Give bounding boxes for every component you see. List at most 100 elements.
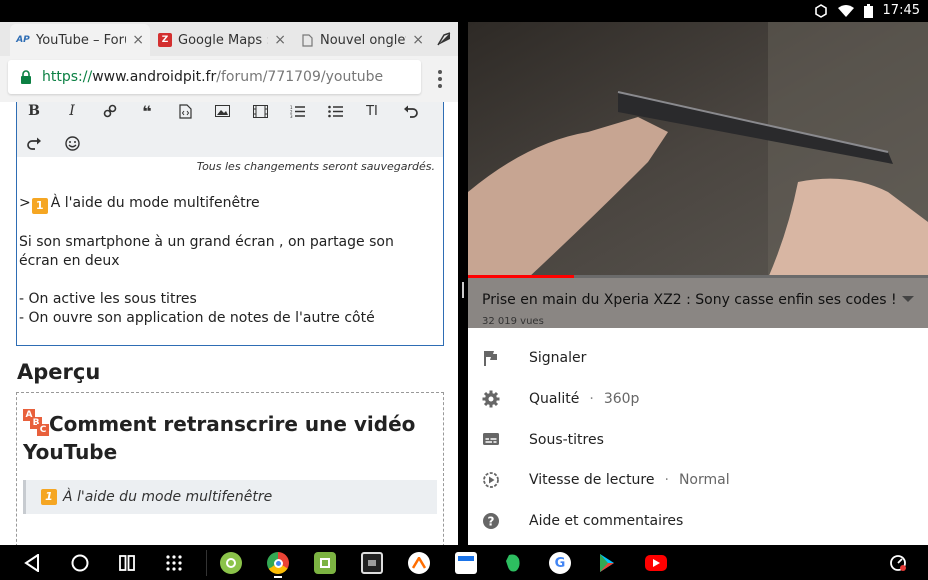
- image-button[interactable]: [213, 102, 231, 120]
- page-icon: [300, 33, 314, 47]
- film-icon: [252, 104, 268, 118]
- unordered-list-icon: [327, 105, 343, 117]
- chrome-app-icon[interactable]: [267, 552, 289, 574]
- editor-bullet: - On ouvre son application de notes de l…: [19, 310, 375, 326]
- redo-icon: [26, 137, 41, 150]
- video-info-bar[interactable]: Prise en main du Xperia XZ2 : Sony casse…: [468, 278, 928, 328]
- tab-youtube-forum[interactable]: AP YouTube – Forum ×: [10, 24, 150, 56]
- sheets-app-icon[interactable]: [314, 552, 336, 574]
- option-label: Aide et commentaires: [529, 513, 684, 530]
- editor-bullet: - On active les sous titres: [19, 291, 197, 307]
- emoji-button[interactable]: [63, 134, 81, 152]
- video-player[interactable]: [468, 22, 928, 278]
- code-icon: [178, 103, 192, 119]
- calendar-app-icon[interactable]: [455, 552, 477, 574]
- subtitles-icon: [483, 433, 499, 446]
- split-screen-icon: [119, 555, 135, 571]
- ordered-list-icon: 123: [290, 105, 305, 118]
- browser-menu-button[interactable]: [432, 68, 448, 90]
- svg-text:?: ?: [488, 514, 495, 528]
- help-icon: ?: [483, 512, 499, 529]
- url-path: /forum/771709/youtube: [216, 69, 384, 85]
- heading-text: À l'aide du mode multifenêtre: [50, 195, 260, 211]
- screen-app-icon[interactable]: [361, 552, 383, 574]
- status-bar: 17:45: [0, 0, 928, 22]
- battery-icon: [863, 3, 873, 18]
- option-report[interactable]: Signaler: [468, 338, 928, 379]
- close-icon[interactable]: ×: [274, 32, 286, 48]
- option-help[interactable]: ? Aide et commentaires: [468, 501, 928, 542]
- preview-quote: 1 À l'aide du mode multifenêtre: [23, 480, 437, 514]
- link-button[interactable]: [101, 102, 119, 120]
- tab-new-tab[interactable]: Nouvel onglet ×: [294, 24, 430, 56]
- url-host: www.androidpit.fr: [92, 69, 217, 85]
- screen-record-button[interactable]: [886, 551, 910, 575]
- url-scheme: https://: [42, 69, 93, 85]
- back-icon: [24, 554, 39, 572]
- zdnet-favicon-icon: Z: [158, 33, 172, 47]
- keycap-one-icon: 1: [41, 489, 57, 505]
- address-bar[interactable]: https:// www.androidpit.fr /forum/771709…: [8, 60, 421, 94]
- preview-title: A B C Comment retranscrire une vidéo You…: [23, 409, 433, 466]
- preview-heading: Aperçu: [17, 360, 101, 384]
- bold-button[interactable]: B: [25, 102, 43, 120]
- active-app-indicator: [274, 576, 282, 578]
- browser-toolbar: https:// www.androidpit.fr /forum/771709…: [0, 56, 458, 102]
- preview-quote-text: À l'aide du mode multifenêtre: [63, 489, 273, 505]
- settings-app-icon[interactable]: [220, 552, 242, 574]
- option-value: Normal: [678, 472, 730, 489]
- google-app-icon[interactable]: G: [549, 552, 571, 574]
- option-quality[interactable]: Qualité · 360p: [468, 379, 928, 420]
- youtube-app: Prise en main du Xperia XZ2 : Sony casse…: [468, 22, 928, 545]
- app-drawer-button[interactable]: [162, 551, 186, 575]
- gear-icon: [482, 390, 500, 408]
- quote-button[interactable]: ❝: [138, 102, 156, 121]
- close-icon[interactable]: ×: [412, 32, 424, 48]
- italic-button[interactable]: I: [63, 102, 81, 120]
- abc-icon: A B C: [23, 409, 49, 436]
- lock-icon: [21, 70, 31, 84]
- tab-google-maps[interactable]: Z Google Maps : l'A ×: [152, 24, 292, 56]
- options-menu: Signaler Qualité · 360p Sous-titres Vitess…: [468, 338, 928, 541]
- option-playback-speed[interactable]: Vitesse de lecture · Normal: [468, 460, 928, 501]
- ordered-list-button[interactable]: 123: [288, 102, 306, 120]
- youtube-app-icon[interactable]: [645, 555, 667, 571]
- video-views: 32 019 vues: [482, 316, 544, 327]
- speedometer-icon: [890, 555, 906, 571]
- androidpit-favicon-icon: AP: [16, 35, 30, 45]
- editor-text-area[interactable]: >1 À l'aide du mode multifenêtre Si son s…: [19, 194, 429, 328]
- video-frame: [468, 22, 928, 278]
- preview-box: A B C Comment retranscrire une vidéo You…: [16, 392, 444, 545]
- option-label: Vitesse de lecture: [529, 472, 655, 489]
- back-button[interactable]: [20, 551, 44, 575]
- tab-title: Nouvel onglet: [320, 32, 407, 48]
- chevron-down-icon[interactable]: [902, 296, 914, 302]
- evernote-app-icon[interactable]: [502, 552, 524, 574]
- text-size-button[interactable]: TI: [363, 102, 381, 120]
- editor-paragraph: Si son smartphone à un grand écran , on …: [19, 234, 394, 269]
- close-icon[interactable]: ×: [132, 32, 144, 48]
- code-button[interactable]: [176, 102, 194, 120]
- quote-marker: >: [19, 195, 31, 211]
- play-store-app-icon[interactable]: [596, 552, 618, 574]
- grid-icon: [166, 555, 182, 571]
- home-icon: [71, 554, 89, 572]
- redo-button[interactable]: [25, 134, 43, 152]
- editor-line-heading: >1 À l'aide du mode multifenêtre: [19, 194, 429, 214]
- split-screen-button[interactable]: [115, 551, 139, 575]
- playback-speed-icon: [483, 472, 499, 488]
- video-button[interactable]: [251, 102, 269, 120]
- option-label: Qualité: [529, 391, 580, 408]
- home-button[interactable]: [68, 551, 92, 575]
- split-screen-divider[interactable]: [458, 22, 468, 545]
- unordered-list-button[interactable]: [326, 102, 344, 120]
- aliexpress-app-icon[interactable]: [408, 552, 430, 574]
- editor-toolbar: B I ❝ 123 TI: [17, 102, 443, 157]
- undo-button[interactable]: [401, 102, 419, 120]
- more-tabs-icon[interactable]: [436, 31, 452, 51]
- post-editor[interactable]: B I ❝ 123 TI Tous les changements seront…: [16, 102, 444, 346]
- wifi-icon: [837, 4, 854, 17]
- video-title: Prise en main du Xperia XZ2 : Sony casse…: [482, 292, 897, 308]
- option-value: 360p: [603, 391, 640, 408]
- option-subtitles[interactable]: Sous-titres: [468, 419, 928, 460]
